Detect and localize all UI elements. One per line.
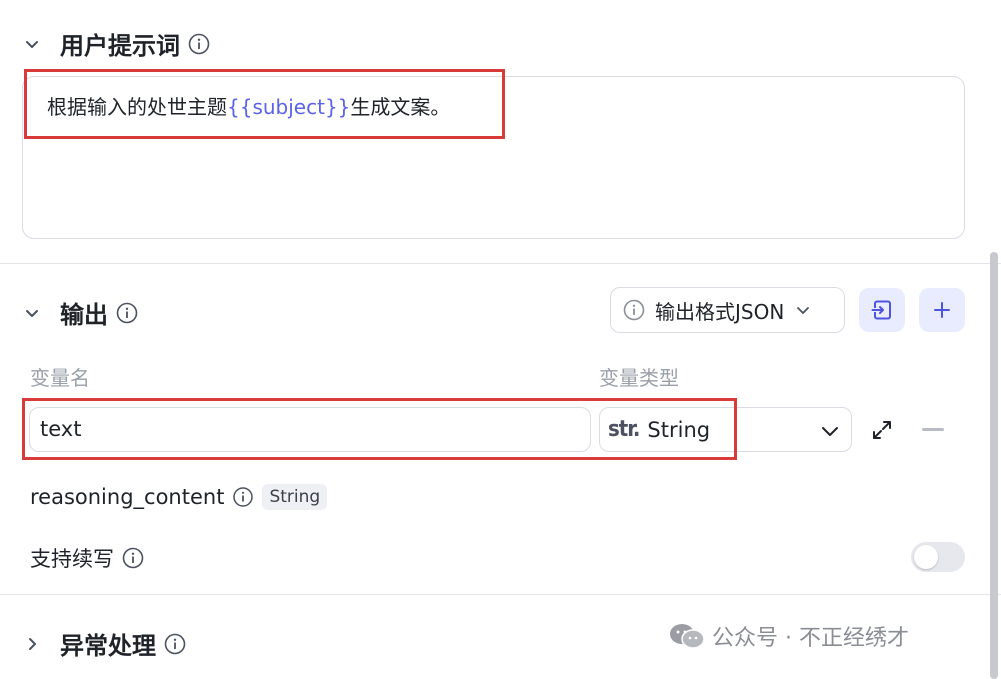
chevron-down-icon bbox=[822, 427, 838, 436]
output-header[interactable]: 输出 bbox=[22, 295, 138, 330]
scrollbar[interactable] bbox=[990, 252, 998, 679]
wechat-icon bbox=[670, 624, 705, 649]
section-divider bbox=[0, 594, 1001, 595]
chevron-down-icon[interactable] bbox=[22, 303, 42, 323]
chevron-right-icon[interactable] bbox=[22, 634, 42, 654]
watermark-text: 公众号 · 不正经绣才 bbox=[712, 626, 909, 651]
prompt-text-before: 根据输入的处世主题 bbox=[47, 95, 227, 119]
remove-icon[interactable] bbox=[922, 428, 944, 431]
reasoning-type-badge: String bbox=[262, 484, 328, 510]
reasoning-name: reasoning_content bbox=[30, 485, 225, 509]
user-prompt-text: 根据输入的处世主题{{subject}}生成文案。 bbox=[47, 91, 450, 120]
variable-type-select[interactable]: str. String bbox=[599, 407, 852, 452]
info-icon[interactable] bbox=[122, 547, 144, 569]
exception-header[interactable]: 异常处理 bbox=[22, 626, 186, 661]
watermark: 公众号 · 不正经绣才 bbox=[668, 620, 909, 652]
column-header-var-name: 变量名 bbox=[30, 366, 90, 390]
prompt-text-after: 生成文案。 bbox=[350, 95, 451, 119]
add-output-button[interactable] bbox=[919, 288, 965, 332]
exception-title: 异常处理 bbox=[60, 632, 156, 660]
reasoning-content-row: reasoning_content String bbox=[30, 484, 328, 510]
plus-icon bbox=[934, 302, 950, 318]
toggle-knob bbox=[914, 545, 938, 569]
expand-icon[interactable] bbox=[870, 418, 894, 442]
user-prompt-title: 用户提示词 bbox=[60, 32, 180, 60]
output-format-label: 输出格式JSON bbox=[655, 299, 785, 324]
resume-toggle[interactable] bbox=[911, 542, 965, 572]
type-label: String bbox=[647, 417, 711, 442]
section-divider bbox=[0, 263, 1001, 264]
output-title: 输出 bbox=[60, 301, 108, 329]
resume-label: 支持续写 bbox=[30, 547, 114, 571]
info-icon[interactable] bbox=[232, 486, 254, 508]
info-icon[interactable] bbox=[116, 302, 138, 324]
user-prompt-header[interactable]: 用户提示词 bbox=[22, 26, 210, 61]
info-icon[interactable] bbox=[188, 33, 210, 55]
variable-name-input[interactable]: text bbox=[29, 407, 591, 452]
chevron-down-icon[interactable] bbox=[22, 34, 42, 54]
info-icon bbox=[623, 299, 645, 321]
import-button[interactable] bbox=[859, 288, 905, 332]
resume-row: 支持续写 bbox=[30, 543, 144, 573]
output-format-select[interactable]: 输出格式JSON bbox=[610, 287, 845, 333]
prompt-variable: {{subject}} bbox=[227, 95, 351, 119]
type-prefix: str. bbox=[608, 417, 640, 442]
column-header-var-type: 变量类型 bbox=[599, 366, 679, 390]
chevron-down-icon bbox=[794, 301, 812, 319]
import-icon bbox=[871, 300, 891, 320]
user-prompt-editor[interactable]: 根据输入的处世主题{{subject}}生成文案。 bbox=[22, 76, 965, 239]
info-icon[interactable] bbox=[164, 633, 186, 655]
